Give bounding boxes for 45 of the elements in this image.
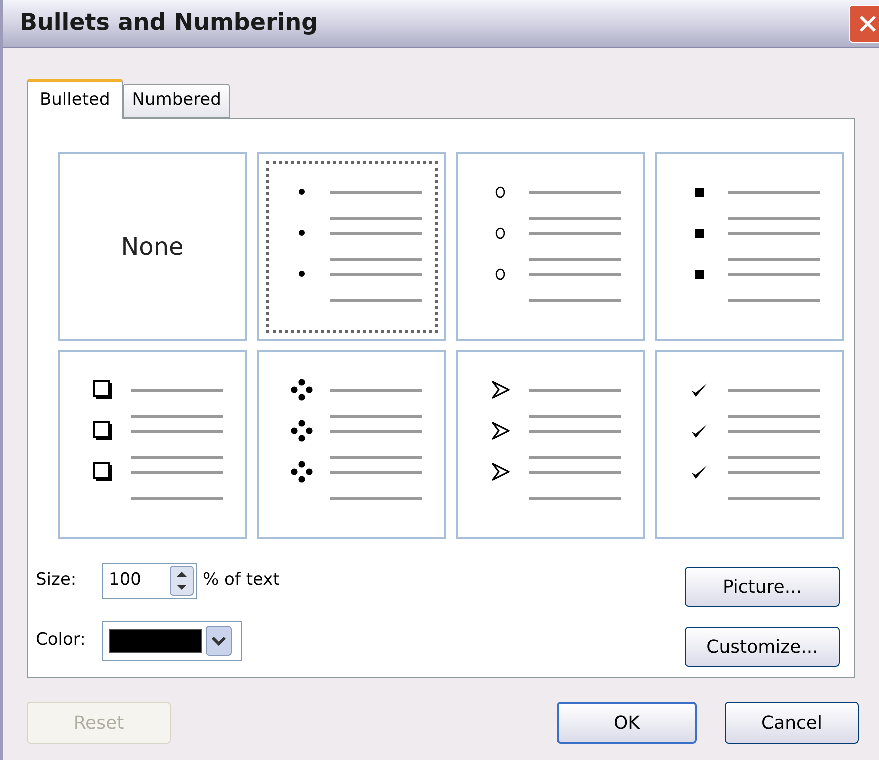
- circle-bullet-icon: [495, 268, 506, 280]
- close-icon: [858, 14, 878, 34]
- window-title: Bullets and Numbering: [20, 9, 318, 38]
- tab[interactable]: Numbered: [123, 84, 230, 118]
- four-dots-icon: [290, 461, 312, 483]
- checkmark-icon: [690, 423, 708, 439]
- checkmark-icon: [690, 382, 708, 398]
- hollow-square-icon: [92, 462, 112, 482]
- color-dropdown[interactable]: [102, 621, 242, 661]
- arrowhead-icon: [492, 463, 510, 481]
- arrowhead-icon: [492, 381, 510, 399]
- color-label: Color:: [36, 629, 87, 652]
- bullet-style-option[interactable]: [456, 152, 645, 341]
- size-unit-label: % of text: [203, 569, 280, 592]
- close-button[interactable]: [849, 4, 879, 42]
- ok-button[interactable]: OK: [557, 702, 697, 744]
- bullet-style-option[interactable]: [257, 152, 446, 341]
- cancel-button[interactable]: Cancel: [725, 702, 859, 744]
- bullet-style-option[interactable]: [58, 350, 247, 539]
- checkmark-icon: [690, 464, 708, 480]
- four-dots-icon: [290, 420, 312, 442]
- bullet-dot-icon: [298, 229, 306, 237]
- circle-bullet-icon: [495, 226, 506, 240]
- bullet-style-option[interactable]: [655, 152, 844, 341]
- bullet-style-option[interactable]: None: [58, 152, 247, 341]
- bullet-dot-icon: [298, 270, 306, 278]
- spin-arrows-icon: [170, 566, 194, 596]
- bullet-style-option[interactable]: [257, 350, 446, 539]
- square-bullet-icon: [695, 270, 704, 278]
- tab[interactable]: Bulleted: [27, 79, 124, 119]
- bullet-style-option[interactable]: [655, 350, 844, 539]
- size-label: Size:: [36, 569, 78, 592]
- bullet-style-option[interactable]: [456, 350, 645, 539]
- four-dots-icon: [290, 379, 312, 401]
- square-bullet-icon: [695, 188, 704, 196]
- side-button[interactable]: Picture...: [685, 567, 840, 607]
- arrowhead-icon: [492, 422, 510, 440]
- none-label: None: [121, 232, 184, 262]
- hollow-square-icon: [92, 380, 112, 400]
- circle-bullet-icon: [495, 186, 506, 198]
- side-button[interactable]: Customize...: [685, 627, 840, 667]
- square-bullet-icon: [695, 228, 704, 238]
- hollow-square-icon: [92, 421, 112, 441]
- size-spinner[interactable]: 100: [102, 563, 197, 599]
- bullet-dot-icon: [298, 188, 306, 196]
